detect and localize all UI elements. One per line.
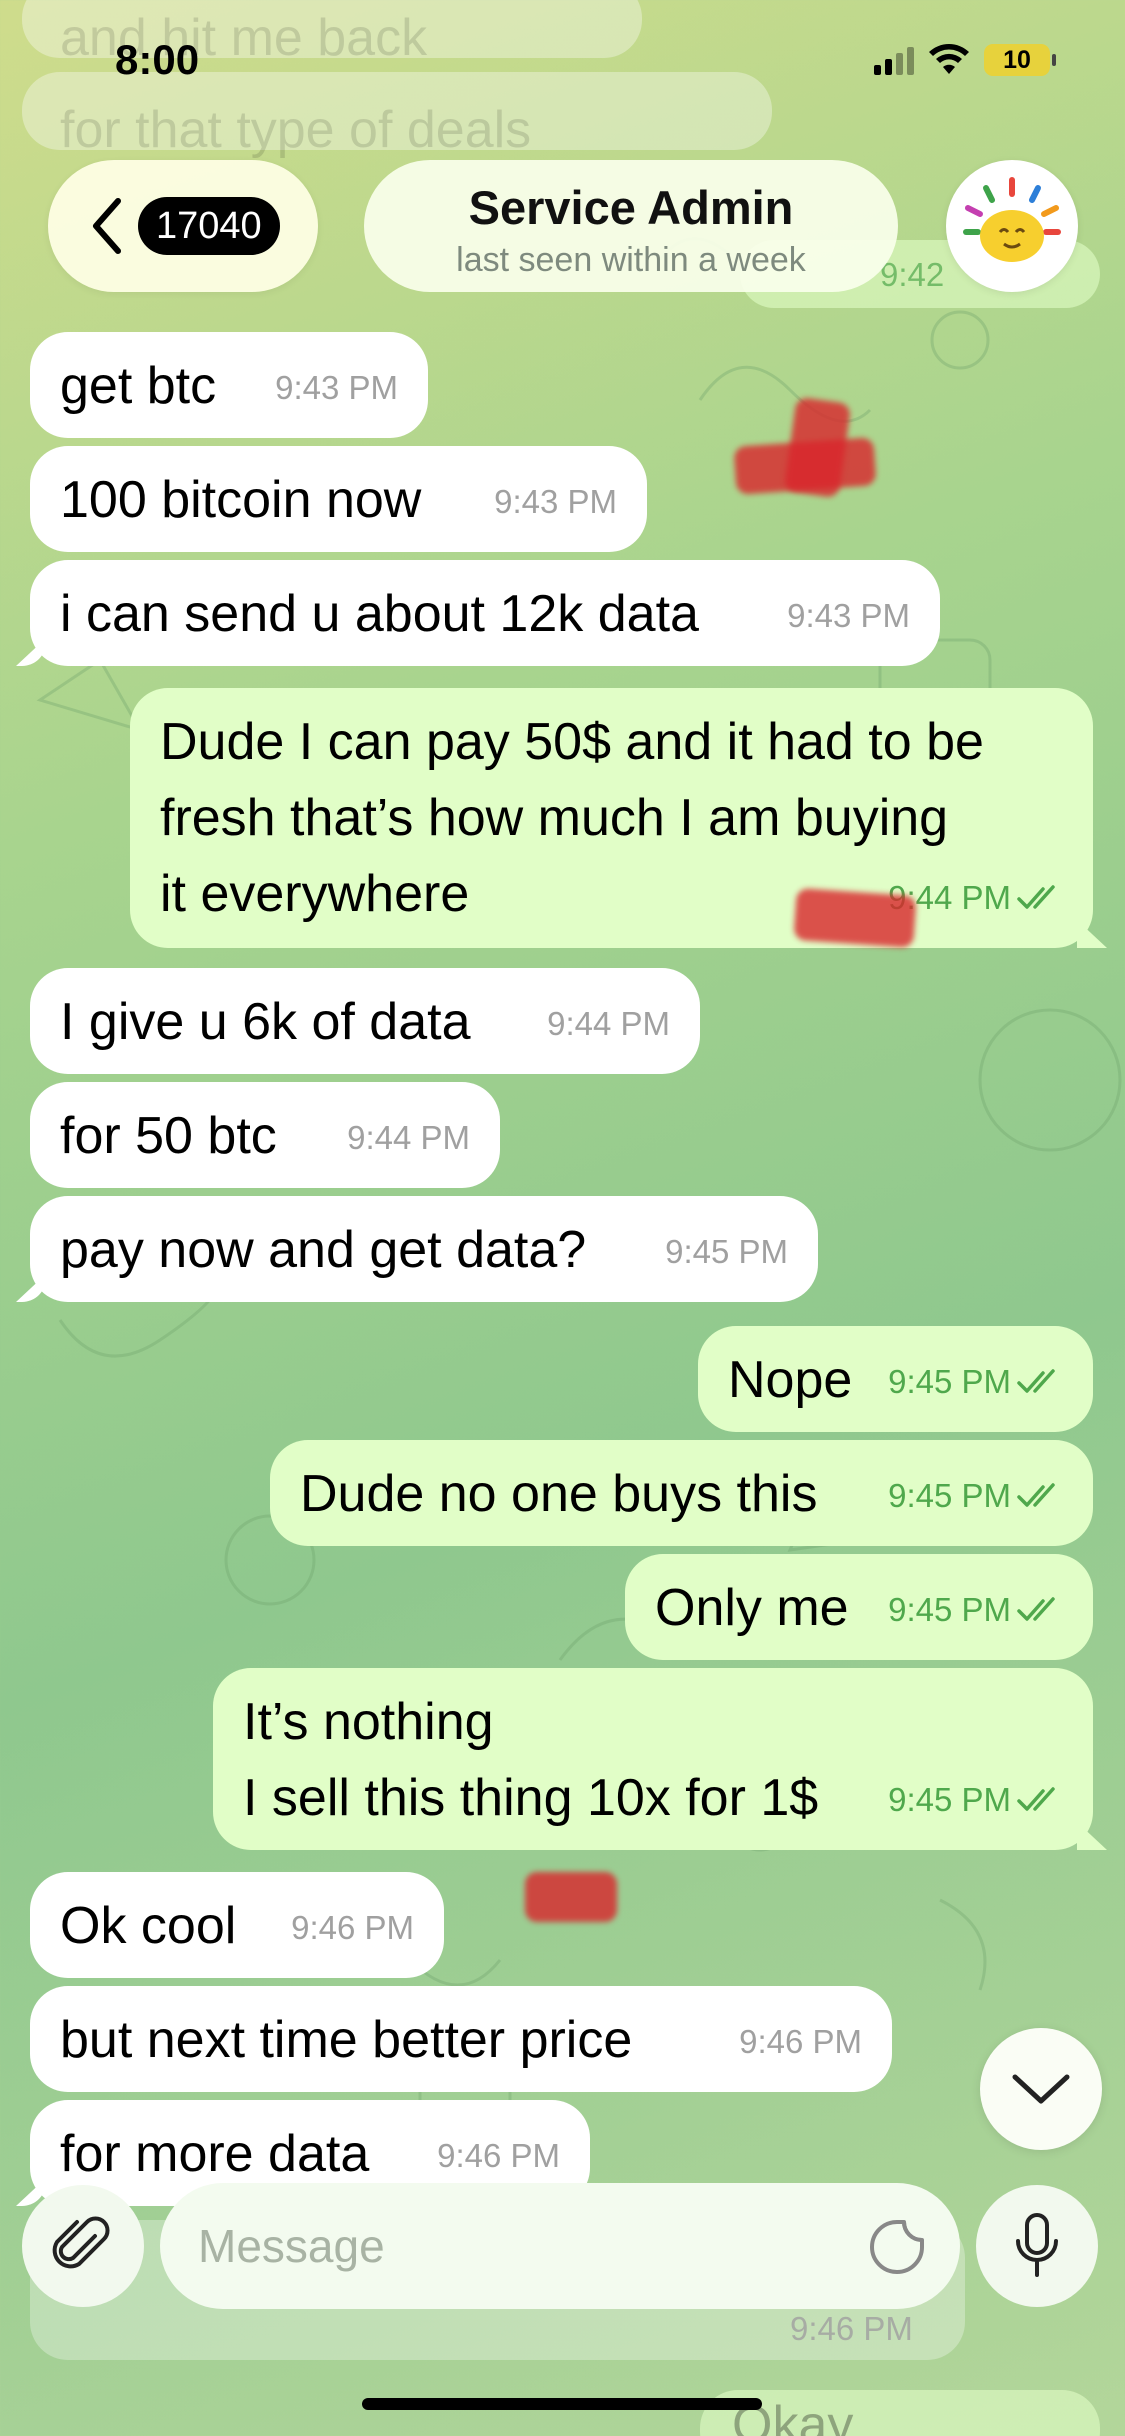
back-button[interactable]: 17040 [48,160,318,292]
unread-count-badge: 17040 [138,197,280,255]
message-text: i can send u about 12k data [60,585,699,643]
message-text: but next time better price [60,2011,633,2069]
message-text: Nope [728,1351,853,1409]
chat-title: Service Admin [468,181,794,234]
attach-button[interactable] [22,2185,144,2307]
message-text: 100 bitcoin now [60,471,422,529]
wifi-icon [929,44,969,74]
time-label: 9:43 PM [494,483,617,520]
message-outgoing[interactable]: Dude no one buys this 9:45 PM [270,1440,1093,1546]
message-time: 9:46 PM [291,1890,414,1966]
message-time: 9:45 PM [665,1214,788,1290]
message-text: get btc [60,357,217,415]
message-outgoing[interactable]: Only me 9:45 PM [625,1554,1093,1660]
time-label: 9:46 PM [291,1909,414,1946]
message-incoming[interactable]: i can send u about 12k data 9:43 PM [30,560,940,666]
time-label: 9:44 PM [347,1119,470,1156]
sticker-icon[interactable] [868,2218,926,2276]
message-outgoing[interactable]: Dude I can pay 50$ and it had to be fres… [130,688,1093,948]
message-time: 9:45 PM [888,1572,1063,1648]
message-text: Dude no one buys this [300,1465,818,1523]
time-label: 9:45 PM [888,1363,1011,1400]
double-check-icon [1017,885,1055,909]
scroll-down-button[interactable] [980,2028,1102,2150]
message-incoming[interactable]: Ok cool 9:46 PM [30,1872,444,1978]
home-indicator [362,2398,762,2410]
message-text: for 50 btc [60,1107,277,1165]
chat-header: 17040 Service Admin last seen within a w… [0,160,1125,295]
message-time: 9:45 PM [888,1458,1063,1534]
message-incoming[interactable]: 100 bitcoin now 9:43 PM [30,446,647,552]
paperclip-icon [52,2216,110,2269]
message-composer [0,2180,1125,2320]
status-icons: 10 [874,44,1056,76]
message-list: get btc 9:43 PM 100 bitcoin now 9:43 PM … [0,0,1125,2436]
message-incoming[interactable]: for 50 btc 9:44 PM [30,1082,500,1188]
avatar[interactable] [946,160,1078,292]
message-incoming[interactable]: I give u 6k of data 9:44 PM [30,968,700,1074]
chat-info-button[interactable]: Service Admin last seen within a week [364,160,898,292]
double-check-icon [1017,1787,1055,1811]
double-check-icon [1017,1369,1055,1393]
time-label: 9:44 PM [547,1005,670,1042]
redaction-mark [793,887,917,949]
status-bar: 8:00 10 [0,0,1125,120]
message-time: 9:43 PM [494,464,617,540]
message-text: It’s nothing I sell this thing 10x for 1… [243,1693,819,1827]
battery-icon: 10 [984,44,1056,76]
message-text: pay now and get data? [60,1221,587,1279]
time-label: 9:45 PM [888,1781,1011,1818]
message-time: 9:43 PM [787,578,910,654]
message-text: Only me [655,1579,849,1637]
double-check-icon [1017,1597,1055,1621]
message-time: 9:43 PM [275,350,398,426]
message-incoming[interactable]: pay now and get data? 9:45 PM [30,1196,818,1302]
message-time: 9:46 PM [739,2004,862,2080]
message-time: 9:44 PM [347,1100,470,1176]
avatar-sun-icon [963,177,1061,262]
message-outgoing[interactable]: It’s nothing I sell this thing 10x for 1… [213,1668,1093,1850]
chevron-down-icon [1012,2074,1070,2104]
message-text: Ok cool [60,1897,237,1955]
message-text: I give u 6k of data [60,993,471,1051]
time-label: 9:45 PM [888,1477,1011,1514]
time-label: 9:45 PM [665,1233,788,1270]
message-time: 9:44 PM [547,986,670,1062]
time-label: 9:45 PM [888,1591,1011,1628]
message-incoming[interactable]: but next time better price 9:46 PM [30,1986,892,2092]
microphone-button[interactable] [976,2185,1098,2307]
microphone-icon [1016,2213,1058,2277]
status-time: 8:00 [115,36,200,83]
message-text: for more data [60,2125,370,2183]
double-check-icon [1017,1483,1055,1507]
message-input[interactable] [160,2183,960,2309]
chevron-left-icon [93,198,121,254]
message-incoming[interactable]: get btc 9:43 PM [30,332,428,438]
message-time: 9:45 PM [888,1762,1063,1838]
time-label: 9:43 PM [787,597,910,634]
time-label: 9:46 PM [739,2023,862,2060]
cellular-signal-icon [874,45,914,75]
message-outgoing[interactable]: Nope 9:45 PM [698,1326,1093,1432]
message-time: 9:45 PM [888,1344,1063,1420]
redaction-mark [525,1872,617,1922]
time-label: 9:43 PM [275,369,398,406]
chat-subtitle: last seen within a week [456,241,806,279]
